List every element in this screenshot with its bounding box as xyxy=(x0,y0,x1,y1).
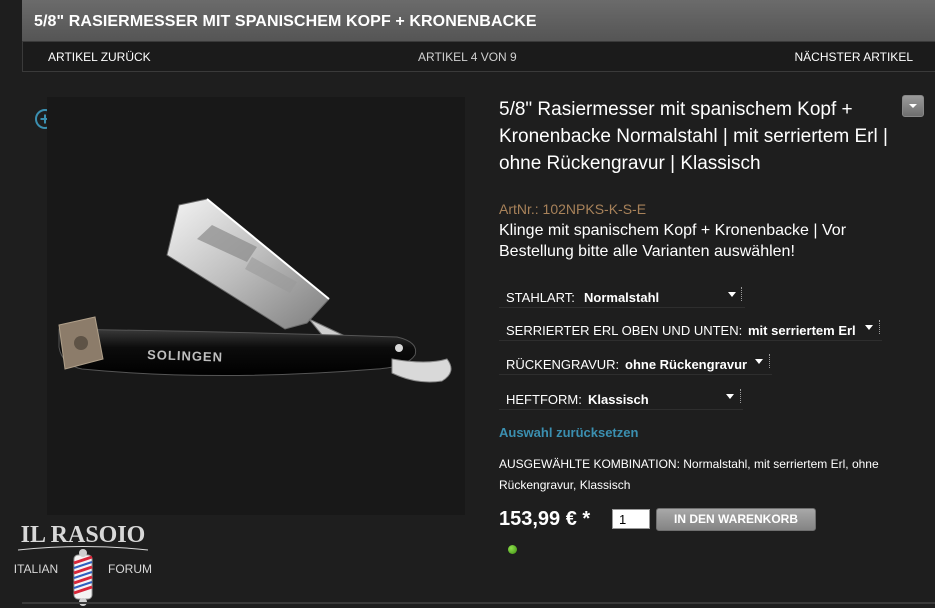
quantity-input[interactable] xyxy=(612,509,650,529)
separator xyxy=(741,287,742,301)
product-description: Klinge mit spanischem Kopf + Kronenbacke… xyxy=(499,222,847,260)
razor-illustration: SOLINGEN xyxy=(58,198,452,383)
chevron-down-icon xyxy=(909,104,917,108)
article-number: ArtNr.: 102NPKS-K-S-E xyxy=(499,201,647,217)
divider xyxy=(22,602,935,604)
product-price: 153,99 € * xyxy=(499,508,591,530)
barber-pole-icon xyxy=(73,549,93,606)
variant-label: HEFTFORM: xyxy=(506,392,582,407)
article-counter: ARTIKEL 4 VON 9 xyxy=(418,50,517,64)
variant-value: Klassisch xyxy=(588,392,649,407)
variant-value: ohne Rückengravur xyxy=(625,357,748,372)
logo-italian: ITALIAN xyxy=(14,562,58,576)
prev-article-link[interactable]: ARTIKEL ZURÜCK xyxy=(48,50,151,64)
logo-title: IL RASOIO xyxy=(21,522,146,548)
variant-value: mit serriertem Erl xyxy=(748,323,856,338)
variant-select-tang[interactable]: SERRIERTER ERL OBEN UND UNTEN: mit serri… xyxy=(499,315,882,341)
dropdown-arrow-icon xyxy=(726,394,734,399)
handle-engraving: SOLINGEN xyxy=(147,347,223,365)
product-title: 5/8" Rasiermesser mit spanischem Kopf + … xyxy=(499,99,888,174)
dropdown-arrow-icon xyxy=(728,292,736,297)
next-article-link[interactable]: NÄCHSTER ARTIKEL xyxy=(795,50,913,64)
page-header: 5/8" RASIERMESSER MIT SPANISCHEM KOPF + … xyxy=(22,0,935,42)
variant-select-spine[interactable]: RÜCKENGRAVUR: ohne Rückengravur xyxy=(499,349,772,375)
variant-label: RÜCKENGRAVUR: xyxy=(506,357,620,372)
separator xyxy=(879,320,880,334)
variant-value: Normalstahl xyxy=(584,290,660,305)
variant-label: SERRIERTER ERL OBEN UND UNTEN: xyxy=(506,323,743,338)
selected-combination: AUSGEWÄHLTE KOMBINATION: Normalstahl, mi… xyxy=(499,454,919,496)
variant-select-handle[interactable]: HEFTFORM: Klassisch xyxy=(499,384,743,410)
logo-forum: FORUM xyxy=(108,562,152,576)
stock-status-icon xyxy=(508,545,517,554)
dropdown-arrow-icon xyxy=(865,325,873,330)
dropdown-arrow-icon xyxy=(755,359,763,364)
toggle-button[interactable] xyxy=(902,95,924,117)
reset-selection-link[interactable]: Auswahl zurücksetzen xyxy=(499,425,638,440)
separator xyxy=(769,354,770,368)
page-title: 5/8" RASIERMESSER MIT SPANISCHEM KOPF + … xyxy=(34,13,537,30)
add-to-cart-button[interactable]: IN DEN WARENKORB xyxy=(656,508,816,531)
combination-label: AUSGEWÄHLTE KOMBINATION: xyxy=(499,457,680,471)
product-image[interactable]: SOLINGEN xyxy=(47,97,465,515)
separator xyxy=(740,389,741,403)
forum-logo: IL RASOIO ITALIAN FORUM xyxy=(14,522,152,606)
article-nav: ARTIKEL ZURÜCK ARTIKEL 4 VON 9 NÄCHSTER … xyxy=(22,42,935,72)
variant-label: STAHLART: xyxy=(506,290,575,305)
variant-select-steel[interactable]: STAHLART: Normalstahl xyxy=(499,282,745,308)
